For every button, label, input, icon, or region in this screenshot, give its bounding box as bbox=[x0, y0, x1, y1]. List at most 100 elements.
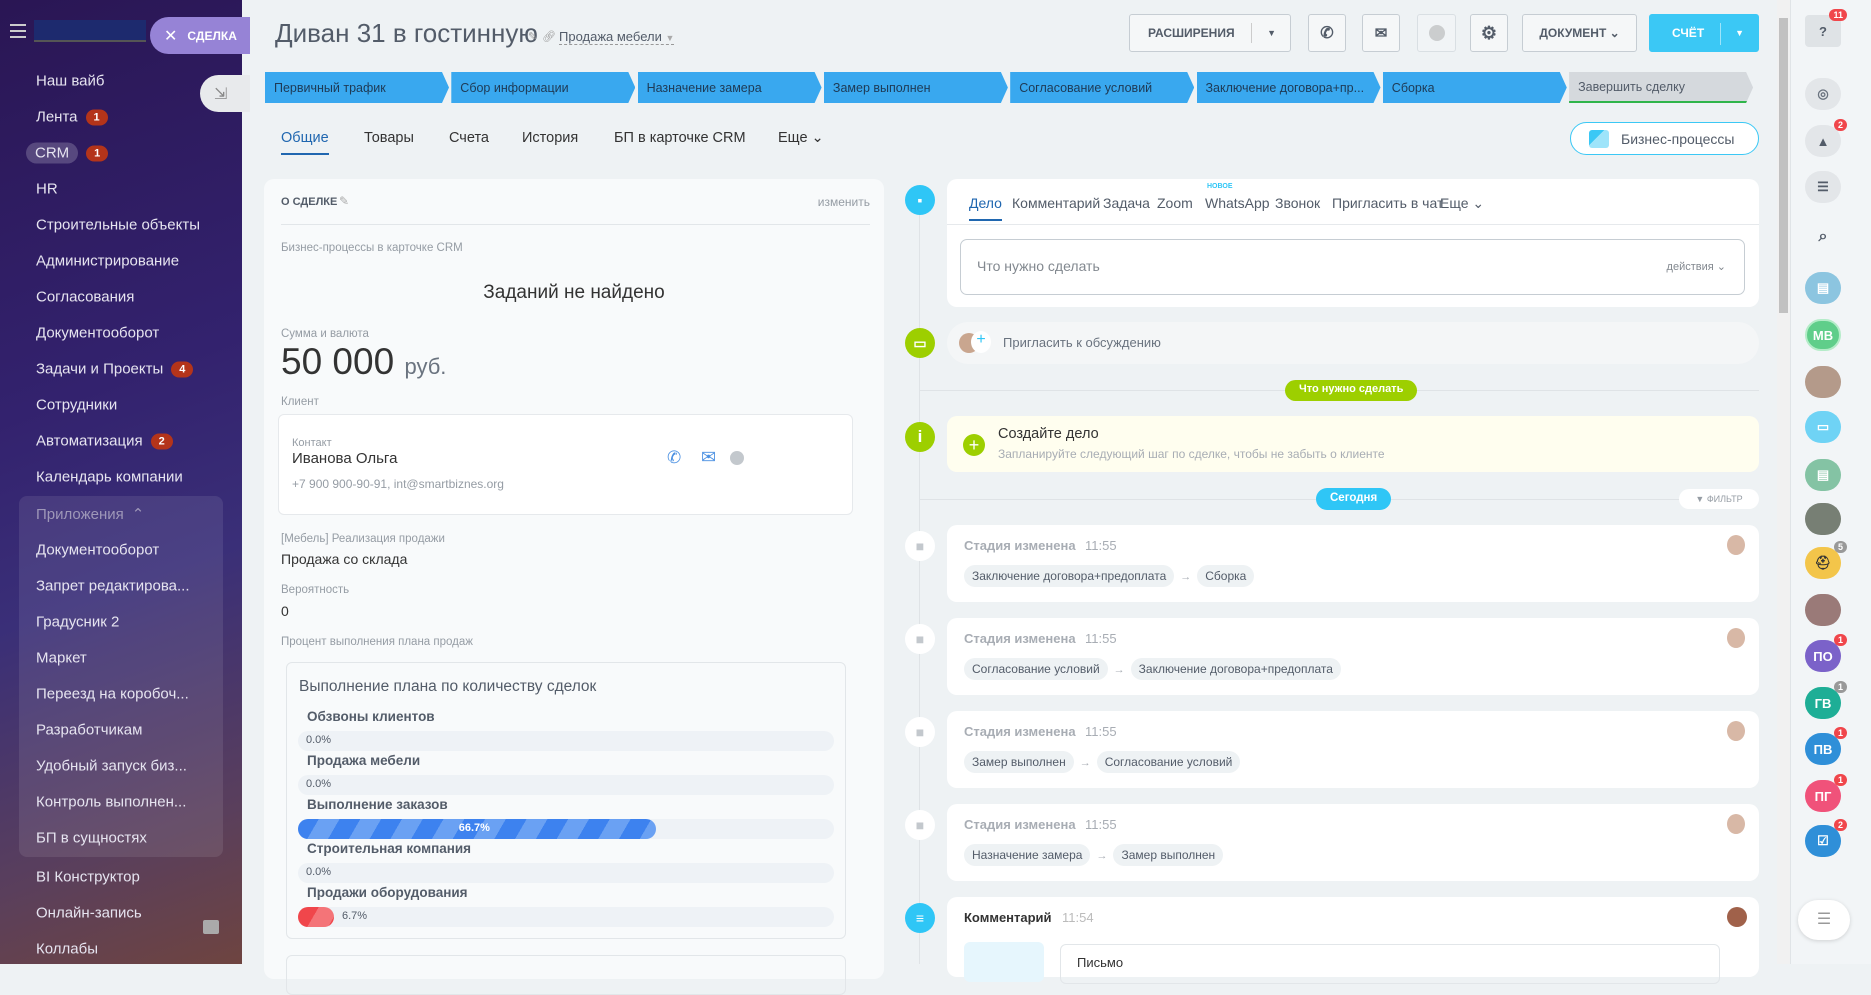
chat-avatar[interactable]: ГВ 1 bbox=[1805, 681, 1847, 719]
chat-avatar[interactable]: ПО 1 bbox=[1805, 634, 1847, 672]
chat-button[interactable] bbox=[1417, 14, 1456, 52]
hamburger-icon[interactable] bbox=[10, 24, 26, 38]
create-activity-card[interactable]: + Создайте дело Запланируйте следующий ш… bbox=[947, 416, 1759, 472]
menu-button[interactable]: ☰ bbox=[1798, 900, 1850, 940]
sidebar-app-item[interactable]: Переезд на коробоч... bbox=[36, 686, 189, 703]
search-icon[interactable]: ⌕ bbox=[1805, 221, 1841, 253]
contact-card-icon[interactable]: ▤ bbox=[1805, 459, 1841, 491]
sidebar-item[interactable]: Документооборот bbox=[36, 325, 159, 342]
sidebar-app-item[interactable]: Разработчикам bbox=[36, 722, 142, 739]
sidebar-item[interactable]: Коллабы bbox=[36, 941, 98, 958]
field-value[interactable]: Продажа со склада bbox=[281, 551, 407, 567]
collapse-button[interactable]: ⇲ bbox=[200, 75, 250, 112]
chat-list-icon[interactable]: ☰ bbox=[1805, 171, 1841, 203]
stage-3[interactable]: Назначение замера bbox=[638, 72, 822, 103]
sidebar-item[interactable]: Лента 1 bbox=[36, 109, 108, 126]
add-icon[interactable]: + bbox=[963, 434, 985, 456]
filter-button[interactable]: ▼ ФИЛЬТР bbox=[1679, 489, 1759, 509]
pipeline-select[interactable]: Продажа мебели ▼ bbox=[559, 29, 675, 45]
extensions-button[interactable]: РАСШИРЕНИЯ ▼ bbox=[1129, 14, 1291, 52]
composer-tab[interactable]: Звонок bbox=[1275, 195, 1320, 211]
bell-icon[interactable]: ▲ 2 bbox=[1805, 119, 1847, 157]
composer-tab[interactable]: Дело bbox=[969, 195, 1002, 221]
help-icon[interactable]: ? 11 bbox=[1805, 9, 1847, 47]
composer-tab[interactable]: Задача bbox=[1103, 195, 1150, 211]
chat-icon[interactable] bbox=[730, 451, 744, 465]
sidebar-item[interactable]: BI Конструктор bbox=[36, 869, 140, 886]
sidebar-app-item[interactable]: Удобный запуск биз... bbox=[36, 758, 187, 775]
stage-8[interactable]: Завершить сделку bbox=[1569, 72, 1753, 103]
sidebar-app-item[interactable]: Градусник 2 bbox=[36, 614, 119, 631]
stage-7[interactable]: Сборка bbox=[1383, 72, 1567, 103]
avatar-mb[interactable]: МВ bbox=[1805, 319, 1841, 351]
tab[interactable]: Еще ⌄ bbox=[778, 130, 824, 146]
copilot-icon[interactable]: ◎ bbox=[1805, 78, 1841, 110]
stage-5[interactable]: Согласование условий bbox=[1010, 72, 1194, 103]
composer-tab[interactable]: WhatsApp bbox=[1205, 195, 1270, 211]
sidebar-item[interactable]: Наш вайб bbox=[36, 73, 105, 90]
deal-pill-button[interactable]: ✕ СДЕЛКА bbox=[150, 17, 250, 54]
probability-value[interactable]: 0 bbox=[281, 603, 289, 619]
avatar[interactable] bbox=[1805, 594, 1841, 626]
sidebar-app-item[interactable]: Контроль выполнен... bbox=[36, 794, 186, 811]
document-button[interactable]: ДОКУМЕНТ ⌄ bbox=[1522, 14, 1637, 52]
stage-6[interactable]: Заключение договора+пр... bbox=[1197, 72, 1381, 103]
tasks-icon[interactable]: ☑ 2 bbox=[1805, 819, 1847, 857]
composer-tab[interactable]: Еще ⌄ bbox=[1440, 195, 1484, 212]
invoice-button[interactable]: СЧЁТ ▼ bbox=[1649, 14, 1759, 52]
sum-value[interactable]: 50 000 руб. bbox=[281, 341, 446, 383]
stage-1[interactable]: Первичный трафик bbox=[265, 72, 449, 103]
actions-dropdown[interactable]: действия ⌄ bbox=[1667, 260, 1726, 273]
tab[interactable]: Общие bbox=[281, 130, 329, 155]
edit-link[interactable]: изменить bbox=[818, 195, 870, 209]
attachment-thumb[interactable] bbox=[964, 942, 1044, 982]
messages-icon[interactable]: ▭ bbox=[1805, 411, 1841, 443]
pencil-icon[interactable]: ✎ bbox=[528, 30, 537, 43]
sidebar-app-item[interactable]: Маркет bbox=[36, 650, 87, 667]
email-button[interactable]: ✉ bbox=[1362, 14, 1400, 52]
tab[interactable]: Товары bbox=[364, 130, 414, 146]
settings-button[interactable]: ⚙ bbox=[1470, 14, 1508, 52]
sidebar-app-item[interactable]: Документооборот bbox=[36, 542, 159, 559]
sidebar-item[interactable]: Сотрудники bbox=[36, 397, 117, 414]
sidebar-app-item[interactable]: БП в сущностях bbox=[36, 830, 147, 847]
avatar[interactable] bbox=[1805, 366, 1841, 398]
pencil-icon[interactable]: ✎ bbox=[339, 194, 349, 208]
contact-card[interactable]: Контакт Иванова Ольга +7 900 900-90-91, … bbox=[278, 414, 853, 515]
composer-input[interactable]: Что нужно сделать действия ⌄ bbox=[960, 239, 1745, 295]
contact-card-icon[interactable]: ▤ bbox=[1805, 272, 1841, 304]
chat-avatar[interactable]: ПГ 1 bbox=[1805, 774, 1847, 812]
sidebar-item[interactable]: Согласования bbox=[36, 289, 134, 306]
call-button[interactable]: ✆ bbox=[1308, 14, 1346, 52]
business-processes-button[interactable]: Бизнес-процессы bbox=[1570, 122, 1759, 155]
invite-row[interactable]: + Пригласить к обсуждению bbox=[947, 322, 1759, 364]
link-icon[interactable]: 🔗︎ bbox=[542, 30, 556, 43]
tab[interactable]: Счета bbox=[449, 130, 489, 146]
composer-tab[interactable]: Zoom bbox=[1157, 195, 1193, 211]
avatar[interactable] bbox=[1805, 503, 1841, 535]
tab[interactable]: История bbox=[522, 130, 578, 146]
composer-tab[interactable]: Комментарий bbox=[1012, 195, 1100, 211]
worker-avatar[interactable]: ⛑ 5 bbox=[1805, 541, 1847, 579]
printer-icon[interactable] bbox=[203, 920, 219, 934]
sidebar-item[interactable]: Онлайн-запись bbox=[36, 905, 142, 922]
mail-icon[interactable]: ✉ bbox=[701, 447, 716, 468]
stage-4[interactable]: Замер выполнен bbox=[824, 72, 1008, 103]
sidebar-item[interactable]: Задачи и Проекты 4 bbox=[36, 361, 194, 378]
contact-name[interactable]: Иванова Ольга bbox=[292, 450, 397, 467]
tab[interactable]: БП в карточке CRM bbox=[614, 130, 746, 146]
sidebar-item[interactable]: Администрирование bbox=[36, 253, 179, 270]
sidebar-item[interactable]: HR bbox=[36, 181, 58, 198]
phone-icon[interactable]: ✆ bbox=[667, 448, 681, 468]
stage-2[interactable]: Сбор информации bbox=[451, 72, 635, 103]
composer-tab[interactable]: Пригласить в чат bbox=[1332, 195, 1443, 211]
sidebar-app-item[interactable]: Запрет редактирова... bbox=[36, 578, 190, 595]
counter-badge: 1 bbox=[1833, 634, 1847, 646]
apps-group-toggle[interactable]: Приложения ⌃ bbox=[36, 505, 144, 524]
sidebar-item[interactable]: Календарь компании bbox=[36, 469, 183, 486]
scrollbar[interactable] bbox=[1777, 0, 1790, 964]
sidebar-item[interactable]: Автоматизация 2 bbox=[36, 433, 173, 450]
chat-avatar[interactable]: ПВ 1 bbox=[1805, 727, 1847, 765]
sidebar-item[interactable]: CRM 1 bbox=[26, 142, 109, 164]
sidebar-item[interactable]: Строительные объекты bbox=[36, 217, 200, 234]
